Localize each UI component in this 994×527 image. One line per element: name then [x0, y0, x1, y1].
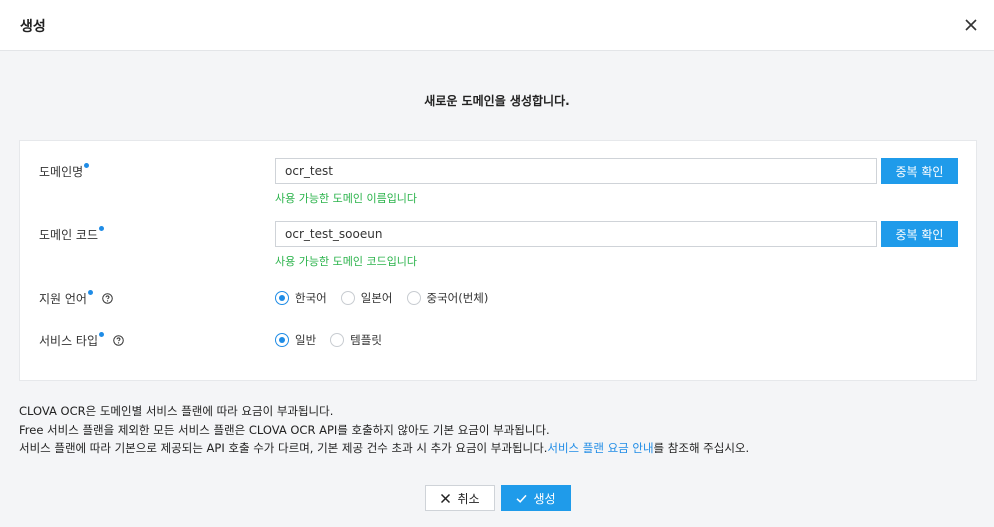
language-radio-group: 한국어 일본어 중국어(번체) — [275, 290, 502, 306]
check-icon — [516, 494, 528, 503]
note-text: 서비스 플랜에 따라 기본으로 제공되는 API 호출 수가 다르며, 기본 제… — [19, 441, 548, 455]
domain-code-check-button[interactable]: 중복 확인 — [881, 221, 958, 247]
domain-code-input[interactable]: ocr_test_sooeun — [275, 221, 877, 247]
close-button[interactable] — [962, 16, 980, 34]
radio-label: 일본어 — [360, 291, 393, 305]
radio-label: 템플릿 — [350, 333, 382, 347]
cancel-button-label: 취소 — [457, 491, 480, 506]
radio-button[interactable] — [275, 333, 289, 347]
note-line: CLOVA OCR은 도메인별 서비스 플랜에 따라 요금이 부과됩니다. — [19, 404, 334, 418]
service-type-label-row: 서비스 타입 — [39, 332, 124, 349]
domain-name-label-row: 도메인명 — [39, 163, 90, 180]
note-text: 를 참조해 주십시오. — [653, 441, 750, 455]
modal-title: 생성 — [20, 19, 46, 35]
radio-label: 일반 — [295, 333, 317, 347]
cancel-button[interactable]: 취소 — [425, 485, 495, 511]
create-button[interactable]: 생성 — [501, 485, 571, 511]
domain-name-check-button[interactable]: 중복 확인 — [881, 158, 958, 184]
pricing-notes: CLOVA OCR은 도메인별 서비스 플랜에 따라 요금이 부과됩니다. Fr… — [19, 402, 749, 458]
create-button-label: 생성 — [533, 491, 556, 506]
domain-code-label: 도메인 코드 — [39, 228, 99, 242]
close-icon — [965, 19, 977, 31]
pricing-guide-link[interactable]: 서비스 플랜 요금 안내 — [547, 441, 653, 455]
radio-label: 중국어(번체) — [426, 291, 489, 305]
footer-actions: 취소 생성 — [425, 485, 571, 511]
domain-name-input[interactable]: ocr_test — [275, 158, 877, 184]
create-domain-modal: 생성 새로운 도메인을 생성합니다. 도메인명 ocr_test 중복 확인 사… — [0, 0, 994, 527]
radio-button[interactable] — [340, 291, 355, 305]
note-line: 서비스 플랜에 따라 기본으로 제공되는 API 호출 수가 다르며, 기본 제… — [19, 439, 749, 458]
required-dot — [87, 290, 93, 295]
radio-button[interactable] — [406, 291, 421, 305]
language-label-row: 지원 언어 — [39, 290, 113, 307]
page-subtitle: 새로운 도메인을 생성합니다. — [424, 94, 570, 108]
required-dot — [84, 163, 90, 168]
help-icon[interactable] — [113, 335, 124, 346]
note-line: Free 서비스 플랜을 제외한 모든 서비스 플랜은 CLOVA OCR AP… — [19, 422, 550, 437]
service-type-label: 서비스 타입 — [39, 334, 99, 348]
radio-option-general[interactable]: 일반 — [275, 332, 316, 348]
required-dot — [99, 332, 105, 337]
modal-header: 생성 — [0, 0, 994, 51]
x-icon — [441, 493, 451, 503]
domain-form: 도메인명 ocr_test 중복 확인 사용 가능한 도메인 이름입니다 도메인… — [19, 140, 977, 381]
radio-button[interactable] — [275, 291, 289, 305]
radio-option-korean[interactable]: 한국어 — [275, 290, 327, 306]
domain-name-label: 도메인명 — [39, 165, 84, 179]
radio-label: 한국어 — [295, 291, 327, 305]
domain-code-label-row: 도메인 코드 — [39, 226, 105, 243]
language-label: 지원 언어 — [39, 292, 87, 306]
service-type-radio-group: 일반 템플릿 — [275, 332, 396, 348]
radio-button[interactable] — [330, 333, 345, 347]
help-icon[interactable] — [102, 293, 113, 304]
domain-name-valid-message: 사용 가능한 도메인 이름입니다 — [275, 192, 418, 205]
radio-option-chinese-traditional[interactable]: 중국어(번체) — [406, 290, 489, 306]
required-dot — [99, 226, 105, 231]
domain-code-valid-message: 사용 가능한 도메인 코드입니다 — [275, 255, 418, 268]
radio-option-japanese[interactable]: 일본어 — [340, 290, 393, 306]
radio-option-template[interactable]: 템플릿 — [330, 332, 382, 348]
